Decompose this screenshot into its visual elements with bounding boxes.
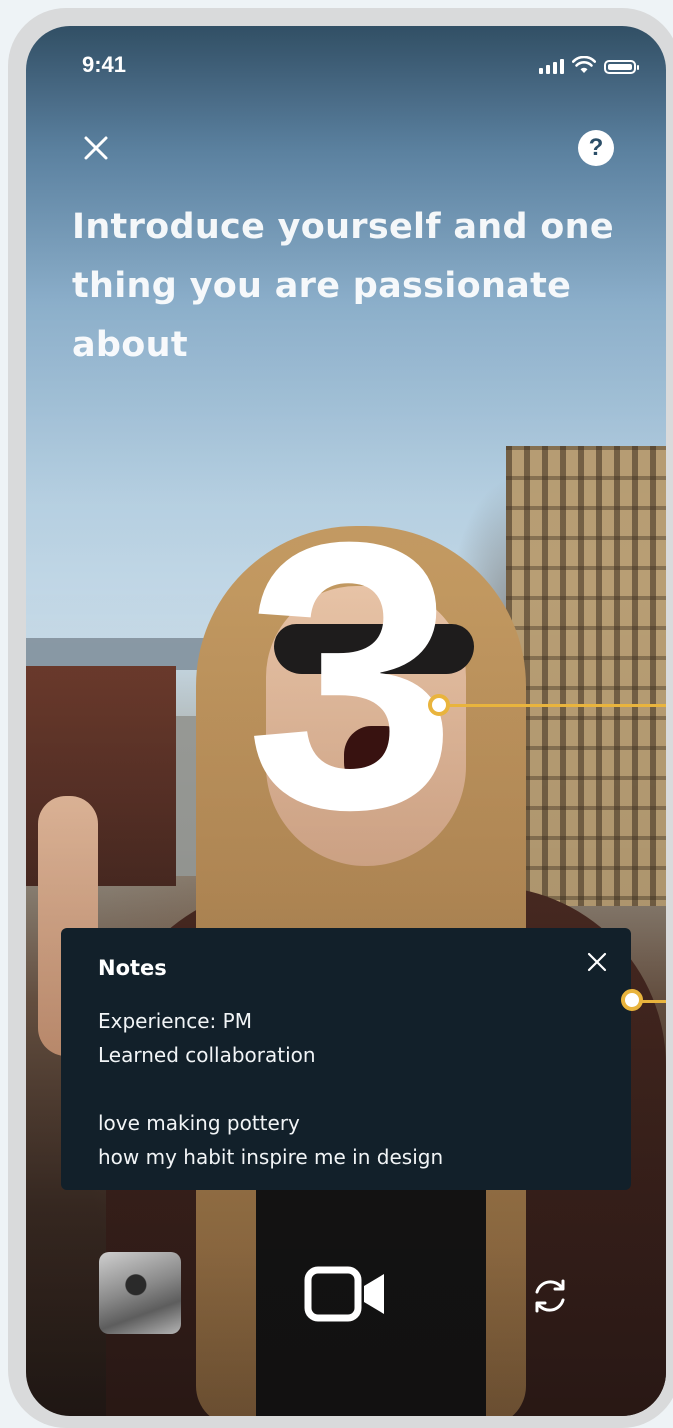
annotation-line <box>642 1000 666 1003</box>
flip-camera-icon[interactable] <box>530 1276 570 1316</box>
battery-icon <box>604 60 639 74</box>
wifi-icon <box>572 56 596 73</box>
notes-body: Experience: PM Learned collaboration lov… <box>98 1004 443 1174</box>
annotation-dot <box>621 989 643 1011</box>
notes-line: Experience: PM <box>98 1009 252 1033</box>
countdown-number: 3 <box>245 463 457 888</box>
status-time: 9:41 <box>82 52 127 77</box>
notes-close-icon[interactable] <box>585 950 609 974</box>
notes-line: love making pottery <box>98 1111 300 1135</box>
notes-line: Learned collaboration <box>98 1043 316 1067</box>
status-icons <box>539 56 639 74</box>
annotation-dot <box>428 694 450 716</box>
close-icon[interactable] <box>78 130 114 166</box>
notes-line: how my habit inspire me in design <box>98 1145 444 1169</box>
notes-card: Notes Experience: PM Learned collaborati… <box>61 928 631 1190</box>
camera-preview: 9:41 ? Introduce yourself and one thing … <box>26 26 666 1416</box>
notes-title: Notes <box>98 956 167 980</box>
annotation-line <box>440 704 666 707</box>
notes-blank-line <box>98 1072 443 1106</box>
gallery-thumbnail[interactable] <box>99 1252 181 1334</box>
help-icon: ? <box>588 134 604 161</box>
prompt-text: Introduce yourself and one thing you are… <box>72 207 614 365</box>
help-button[interactable]: ? <box>578 130 614 166</box>
signal-icon <box>539 59 564 74</box>
video-camera-icon[interactable] <box>304 1266 388 1322</box>
